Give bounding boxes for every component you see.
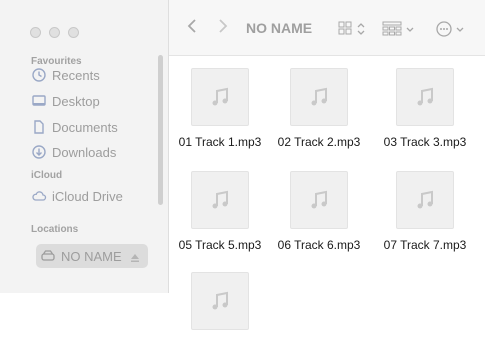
sidebar-item-label: NO NAME (61, 248, 122, 264)
audio-file-icon (290, 171, 348, 229)
sidebar-item-label: iCloud Drive (52, 188, 123, 204)
section-locations: Locations (31, 224, 79, 235)
chevron-left-icon (186, 19, 198, 39)
back-button[interactable] (186, 17, 198, 40)
file-item[interactable] (170, 272, 270, 339)
eject-icon[interactable] (130, 251, 140, 262)
more-icon (436, 21, 468, 41)
sidebar-item-label: Downloads (52, 144, 117, 160)
sidebar-item-desktop[interactable]: Desktop (31, 91, 100, 111)
file-item[interactable]: 07 Track 7.mp3 (375, 171, 475, 252)
zoom-button[interactable] (68, 27, 79, 38)
file-item[interactable]: 06 Track 6.mp3 (269, 171, 369, 252)
cloud-icon (31, 188, 47, 204)
audio-file-icon (191, 272, 249, 330)
download-icon (31, 144, 47, 160)
file-item[interactable]: 03 Track 3.mp3 (375, 68, 475, 149)
file-grid: 01 Track 1.mp3 02 Track 2.mp3 03 Track 3… (169, 56, 485, 330)
section-icloud: iCloud (31, 170, 63, 181)
forward-button[interactable] (217, 17, 229, 40)
audio-file-icon (396, 171, 454, 229)
audio-file-icon (396, 68, 454, 126)
audio-file-icon (191, 68, 249, 126)
file-item[interactable]: 02 Track 2.mp3 (269, 68, 369, 149)
sidebar: Favourites Recents Desktop Documents Dow… (0, 0, 169, 293)
file-name: 06 Track 6.mp3 (277, 238, 361, 252)
document-icon (31, 119, 47, 135)
file-item[interactable]: 01 Track 1.mp3 (170, 68, 270, 149)
sidebar-scrollbar[interactable] (158, 55, 163, 205)
file-name: 02 Track 2.mp3 (277, 135, 361, 149)
file-name: 07 Track 7.mp3 (383, 238, 467, 252)
group-button[interactable] (382, 21, 416, 42)
file-name: 03 Track 3.mp3 (383, 135, 467, 149)
clock-icon (31, 67, 47, 83)
sidebar-item-label: Recents (52, 67, 100, 83)
sidebar-item-label: Desktop (52, 93, 100, 109)
sidebar-item-icloud-drive[interactable]: iCloud Drive (31, 186, 123, 206)
sidebar-item-documents[interactable]: Documents (31, 117, 118, 137)
file-item[interactable]: 05 Track 5.mp3 (170, 171, 270, 252)
chevron-right-icon (217, 19, 229, 39)
view-mode-button[interactable] (338, 21, 368, 42)
finder-window: Favourites Recents Desktop Documents Dow… (0, 0, 485, 330)
close-button[interactable] (30, 27, 41, 38)
drive-icon (40, 248, 56, 264)
sidebar-item-label: Documents (52, 119, 118, 135)
file-name: 01 Track 1.mp3 (178, 135, 262, 149)
window-controls (30, 27, 79, 38)
sidebar-item-downloads[interactable]: Downloads (31, 142, 116, 162)
grid-view-icon (338, 21, 368, 41)
minimize-button[interactable] (49, 27, 60, 38)
desktop-icon (31, 93, 47, 109)
group-icon (382, 21, 416, 41)
sidebar-item-recents[interactable]: Recents (31, 65, 100, 85)
more-button[interactable] (436, 21, 468, 42)
file-name: 05 Track 5.mp3 (178, 238, 262, 252)
sidebar-item-no-name[interactable]: NO NAME (36, 244, 148, 268)
audio-file-icon (290, 68, 348, 126)
window-title: NO NAME (246, 20, 313, 36)
audio-file-icon (191, 171, 249, 229)
